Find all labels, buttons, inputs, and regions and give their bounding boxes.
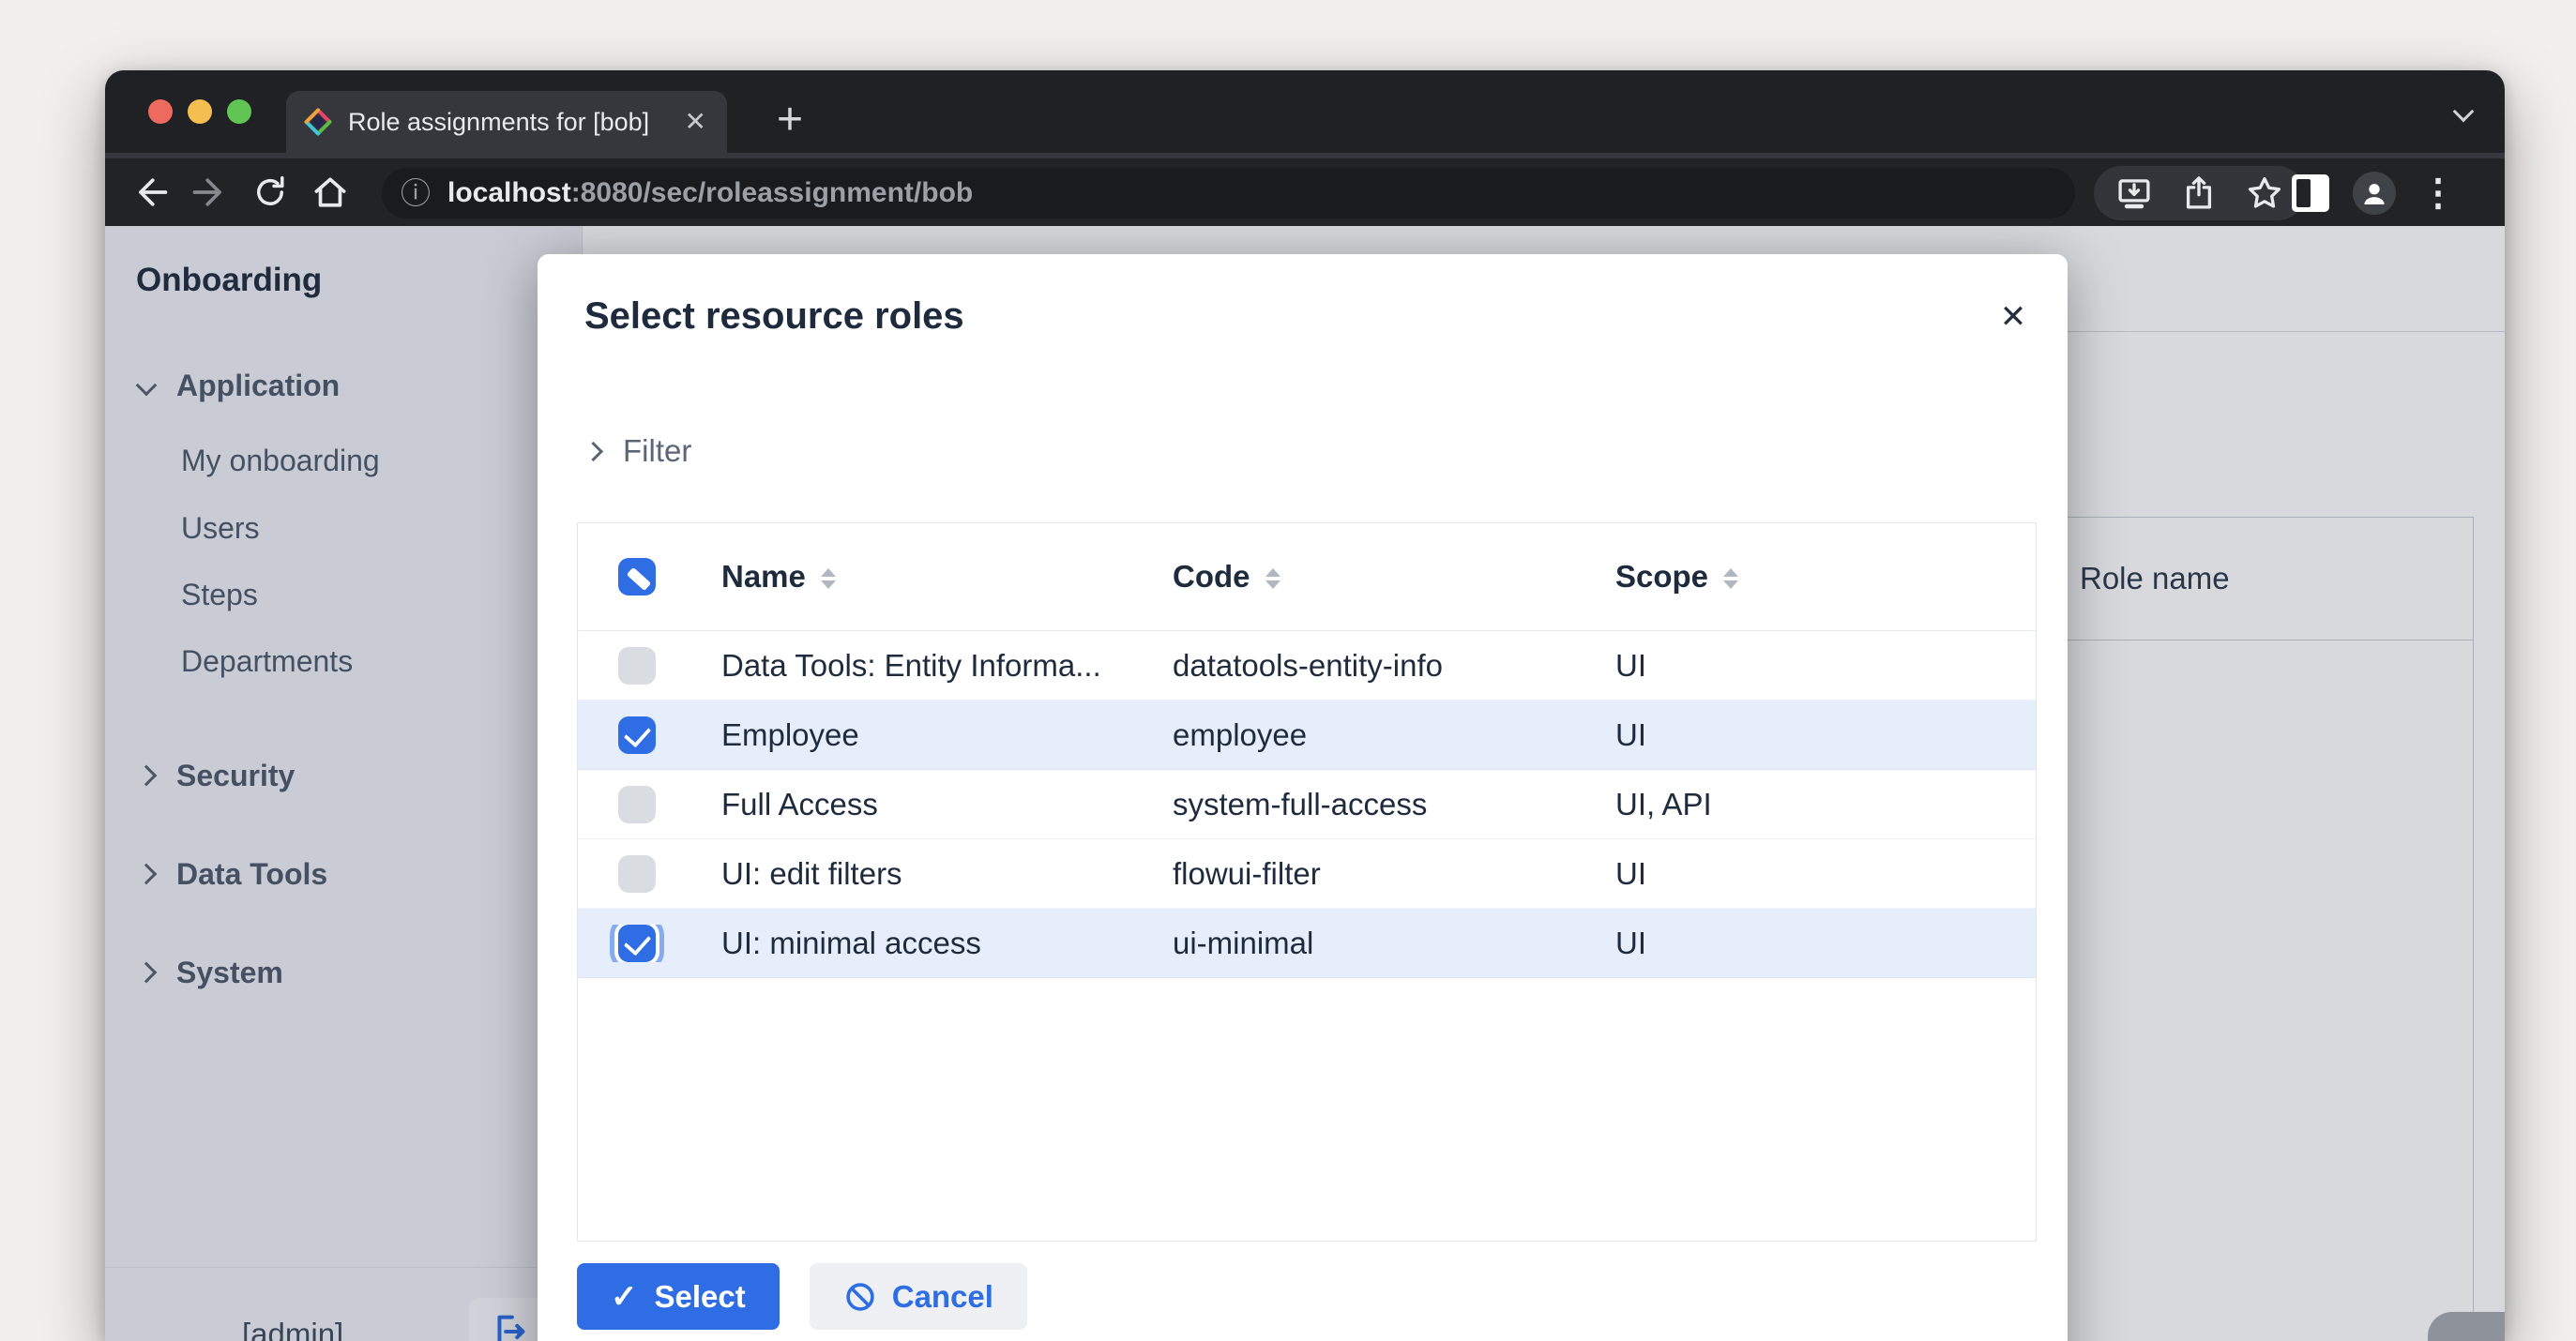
cell-code: system-full-access [1146, 787, 1589, 822]
column-label: Name [721, 559, 806, 594]
url-host: localhost [447, 177, 571, 208]
dialog-buttons: ✓ Select Cancel [577, 1263, 1027, 1330]
browser-tab[interactable]: Role assignments for [bob] ✕ [286, 91, 727, 153]
tab-title: Role assignments for [bob] [348, 108, 681, 137]
window-controls [148, 99, 251, 124]
column-label: Scope [1615, 559, 1708, 594]
toolbar-extensions-group [2094, 166, 2305, 220]
new-tab-button[interactable]: + [762, 91, 818, 147]
site-info-icon[interactable]: ⓘ [401, 178, 431, 208]
cell-scope: UI [1589, 926, 2036, 961]
chevron-right-icon [583, 441, 603, 460]
row-checkbox[interactable] [618, 647, 656, 685]
side-panel-icon [2292, 174, 2329, 212]
cell-scope: UI [1589, 856, 2036, 892]
sort-icon[interactable] [1265, 568, 1280, 589]
save-to-device-button[interactable] [2114, 173, 2154, 213]
check-icon: ✓ [611, 1278, 638, 1316]
table-row[interactable]: EmployeeemployeeUI [578, 701, 2036, 770]
table-row[interactable]: Data Tools: Entity Informa...datatools-e… [578, 631, 2036, 701]
browser-menu-button[interactable]: ⋮ [2411, 166, 2465, 220]
tab-close-icon[interactable]: ✕ [681, 105, 710, 139]
reload-icon [250, 173, 290, 212]
share-icon [2179, 173, 2219, 213]
cell-name: Data Tools: Entity Informa... [695, 648, 1146, 684]
table-rows: Data Tools: Entity Informa...datatools-e… [578, 631, 2036, 978]
person-icon [2358, 177, 2390, 209]
ban-icon [843, 1280, 877, 1314]
cell-code: flowui-filter [1146, 856, 1589, 892]
close-icon: ✕ [2000, 298, 2027, 336]
dialog-title: Select resource roles [584, 295, 964, 338]
checkbox-cell [578, 716, 695, 754]
dialog-close-button[interactable]: ✕ [1990, 294, 2037, 340]
cell-code: datatools-entity-info [1146, 648, 1589, 684]
cancel-button-label: Cancel [892, 1279, 993, 1315]
back-button[interactable] [120, 162, 180, 222]
select-button[interactable]: ✓ Select [577, 1263, 780, 1330]
select-button-label: Select [655, 1279, 746, 1315]
cancel-button[interactable]: Cancel [810, 1263, 1027, 1330]
cell-scope: UI, API [1589, 787, 2036, 822]
select-all-checkbox[interactable] [618, 558, 656, 595]
forward-arrow-icon [189, 172, 231, 213]
cell-name: Employee [695, 717, 1146, 753]
url-path: :8080/sec/roleassignment/bob [571, 177, 974, 208]
forward-button[interactable] [180, 162, 240, 222]
home-button[interactable] [300, 162, 360, 222]
checkbox-cell [578, 647, 695, 685]
resource-roles-table: Name Code Scope Data Tools: Entity Infor… [577, 522, 2037, 1242]
browser-toolbar: ⓘ localhost:8080/sec/roleassignment/bob [105, 153, 2505, 226]
cell-code: ui-minimal [1146, 926, 1589, 961]
page-content: Onboarding Application My onboarding Use… [105, 226, 2505, 1341]
back-arrow-icon [129, 172, 171, 213]
cell-name: Full Access [695, 787, 1146, 822]
close-window-button[interactable] [148, 99, 173, 124]
browser-window: Role assignments for [bob] ✕ + [105, 70, 2505, 1341]
star-icon [2244, 173, 2285, 214]
side-panel-button[interactable] [2283, 166, 2338, 220]
minimize-window-button[interactable] [188, 99, 212, 124]
row-checkbox[interactable] [618, 925, 656, 962]
column-header-scope[interactable]: Scope [1589, 559, 2036, 595]
share-button[interactable] [2179, 173, 2219, 213]
browser-titlebar: Role assignments for [bob] ✕ + [105, 70, 2505, 153]
cell-code: employee [1146, 717, 1589, 753]
cell-scope: UI [1589, 648, 2036, 684]
row-checkbox[interactable] [618, 855, 656, 893]
table-row[interactable]: Full Accesssystem-full-accessUI, API [578, 770, 2036, 839]
table-header-row: Name Code Scope [578, 523, 2036, 631]
bookmark-button[interactable] [2244, 173, 2285, 214]
cell-name: UI: minimal access [695, 926, 1146, 961]
url-bar[interactable]: ⓘ localhost:8080/sec/roleassignment/bob [382, 168, 2075, 218]
filter-expander[interactable]: Filter [586, 430, 691, 472]
cell-name: UI: edit filters [695, 856, 1146, 892]
tab-strip-chevron-down-icon[interactable] [2456, 104, 2471, 124]
three-dot-menu-icon: ⋮ [2419, 172, 2457, 215]
sort-icon[interactable] [821, 568, 836, 589]
sort-icon[interactable] [1723, 568, 1738, 589]
url-text: localhost:8080/sec/roleassignment/bob [447, 177, 973, 209]
select-resource-roles-dialog: Select resource roles ✕ Filter Name Code… [538, 254, 2068, 1341]
checkbox-cell [578, 786, 695, 823]
cell-scope: UI [1589, 717, 2036, 753]
home-icon [310, 172, 351, 213]
profile-button[interactable] [2347, 166, 2402, 220]
filter-label: Filter [623, 433, 691, 469]
table-row[interactable]: UI: edit filtersflowui-filterUI [578, 839, 2036, 909]
row-checkbox[interactable] [618, 716, 656, 754]
favicon-jmix-icon [303, 107, 333, 137]
checkbox-cell [578, 855, 695, 893]
column-label: Code [1173, 559, 1250, 594]
zoom-window-button[interactable] [227, 99, 251, 124]
reload-button[interactable] [240, 162, 300, 222]
table-row[interactable]: UI: minimal accessui-minimalUI [578, 909, 2036, 978]
download-screen-icon [2114, 173, 2154, 213]
checkbox-cell [578, 925, 695, 962]
column-header-name[interactable]: Name [695, 559, 1146, 595]
profile-avatar-icon [2353, 172, 2396, 215]
row-checkbox[interactable] [618, 786, 656, 823]
column-header-code[interactable]: Code [1146, 559, 1589, 595]
